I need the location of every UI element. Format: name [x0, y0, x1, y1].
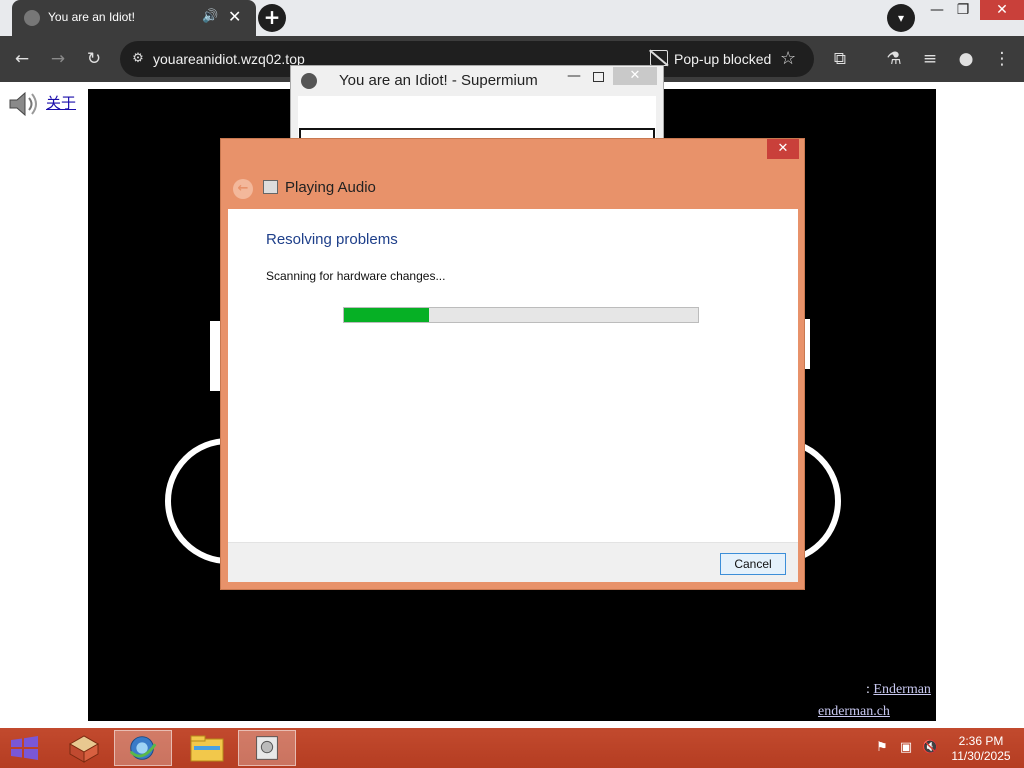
audio-playing-icon[interactable]: 🔊: [202, 9, 218, 24]
clock-time: 2:36 PM: [958, 734, 1004, 748]
popup-close-button[interactable]: ✕: [613, 67, 657, 85]
site-settings-icon[interactable]: ⚙: [128, 49, 148, 69]
popup-title: You are an Idiot! - Supermium: [339, 72, 538, 89]
troubleshooter-dialog: ✕ ← Playing Audio Resolving problems Sca…: [220, 138, 805, 590]
dialog-status-text: Scanning for hardware changes...: [266, 269, 446, 283]
extensions-icon[interactable]: ⧉: [828, 47, 852, 71]
clock[interactable]: 2:36 PM 11/30/2025: [946, 734, 1016, 764]
popup-blocked-icon[interactable]: [650, 50, 668, 66]
about-link[interactable]: 关于: [46, 92, 76, 113]
taskbar: ⚑ ▣ 🔇 2:36 PM 11/30/2025: [0, 728, 1024, 768]
favicon-icon: [24, 10, 40, 26]
labs-icon[interactable]: ⚗: [882, 47, 906, 71]
url-text[interactable]: youareanidiot.wzq02.top: [153, 51, 305, 67]
globe-icon: [301, 73, 317, 89]
bookmark-star-icon[interactable]: ☆: [780, 48, 796, 69]
site-link[interactable]: enderman.ch: [818, 704, 890, 720]
clock-date: 11/30/2025: [951, 749, 1011, 763]
dialog-close-button[interactable]: ✕: [767, 139, 799, 159]
action-center-flag-icon[interactable]: ⚑: [874, 740, 890, 756]
credit-line: : Enderman: [866, 682, 931, 697]
dialog-title: Playing Audio: [285, 179, 376, 196]
window-close-button[interactable]: ✕: [980, 0, 1024, 20]
volume-muted-icon[interactable]: 🔇: [922, 740, 938, 756]
dialog-footer: Cancel: [228, 542, 798, 582]
tab-title: You are an Idiot!: [48, 10, 135, 24]
popup-minimize-button[interactable]: —: [567, 68, 581, 84]
popup-maximize-button[interactable]: [593, 72, 604, 82]
start-button[interactable]: [0, 728, 50, 768]
forward-icon[interactable]: →: [46, 47, 70, 71]
profile-icon[interactable]: ●: [954, 47, 978, 71]
windows-logo-icon: [11, 736, 38, 760]
taskbar-app-package-icon[interactable]: [56, 730, 114, 766]
dialog-heading: Resolving problems: [266, 231, 398, 248]
progress-fill: [344, 308, 429, 322]
taskbar-browser-icon[interactable]: [114, 730, 172, 766]
cancel-button[interactable]: Cancel: [720, 553, 786, 575]
menu-icon[interactable]: ⋮: [990, 47, 1014, 71]
credit-link[interactable]: Enderman: [873, 682, 931, 697]
dialog-back-icon[interactable]: ←: [233, 179, 253, 199]
tab-close-icon[interactable]: ✕: [228, 7, 241, 26]
tab-strip: You are an Idiot! 🔊 ✕ + ▾ — ❐ ✕: [0, 0, 1024, 36]
new-tab-button[interactable]: +: [258, 4, 286, 32]
taskbar-troubleshooter-icon[interactable]: [238, 730, 296, 766]
taskbar-file-explorer-icon[interactable]: [178, 730, 236, 766]
media-control-icon[interactable]: ≡: [918, 47, 942, 71]
popup-blocked-label[interactable]: Pop-up blocked: [674, 51, 771, 67]
back-icon[interactable]: ←: [10, 47, 34, 71]
browser-tab[interactable]: You are an Idiot! 🔊 ✕: [12, 0, 256, 36]
reload-icon[interactable]: ↻: [82, 47, 106, 71]
progress-bar: [343, 307, 699, 323]
restore-button[interactable]: ❐: [946, 0, 980, 22]
network-icon[interactable]: ▣: [898, 740, 914, 756]
popup-window[interactable]: You are an Idiot! - Supermium — ✕: [290, 65, 664, 146]
troubleshooter-icon: [263, 180, 278, 194]
dialog-body: Resolving problems Scanning for hardware…: [228, 209, 798, 582]
speaker-icon[interactable]: [8, 90, 40, 118]
tab-search-button[interactable]: ▾: [887, 4, 915, 32]
